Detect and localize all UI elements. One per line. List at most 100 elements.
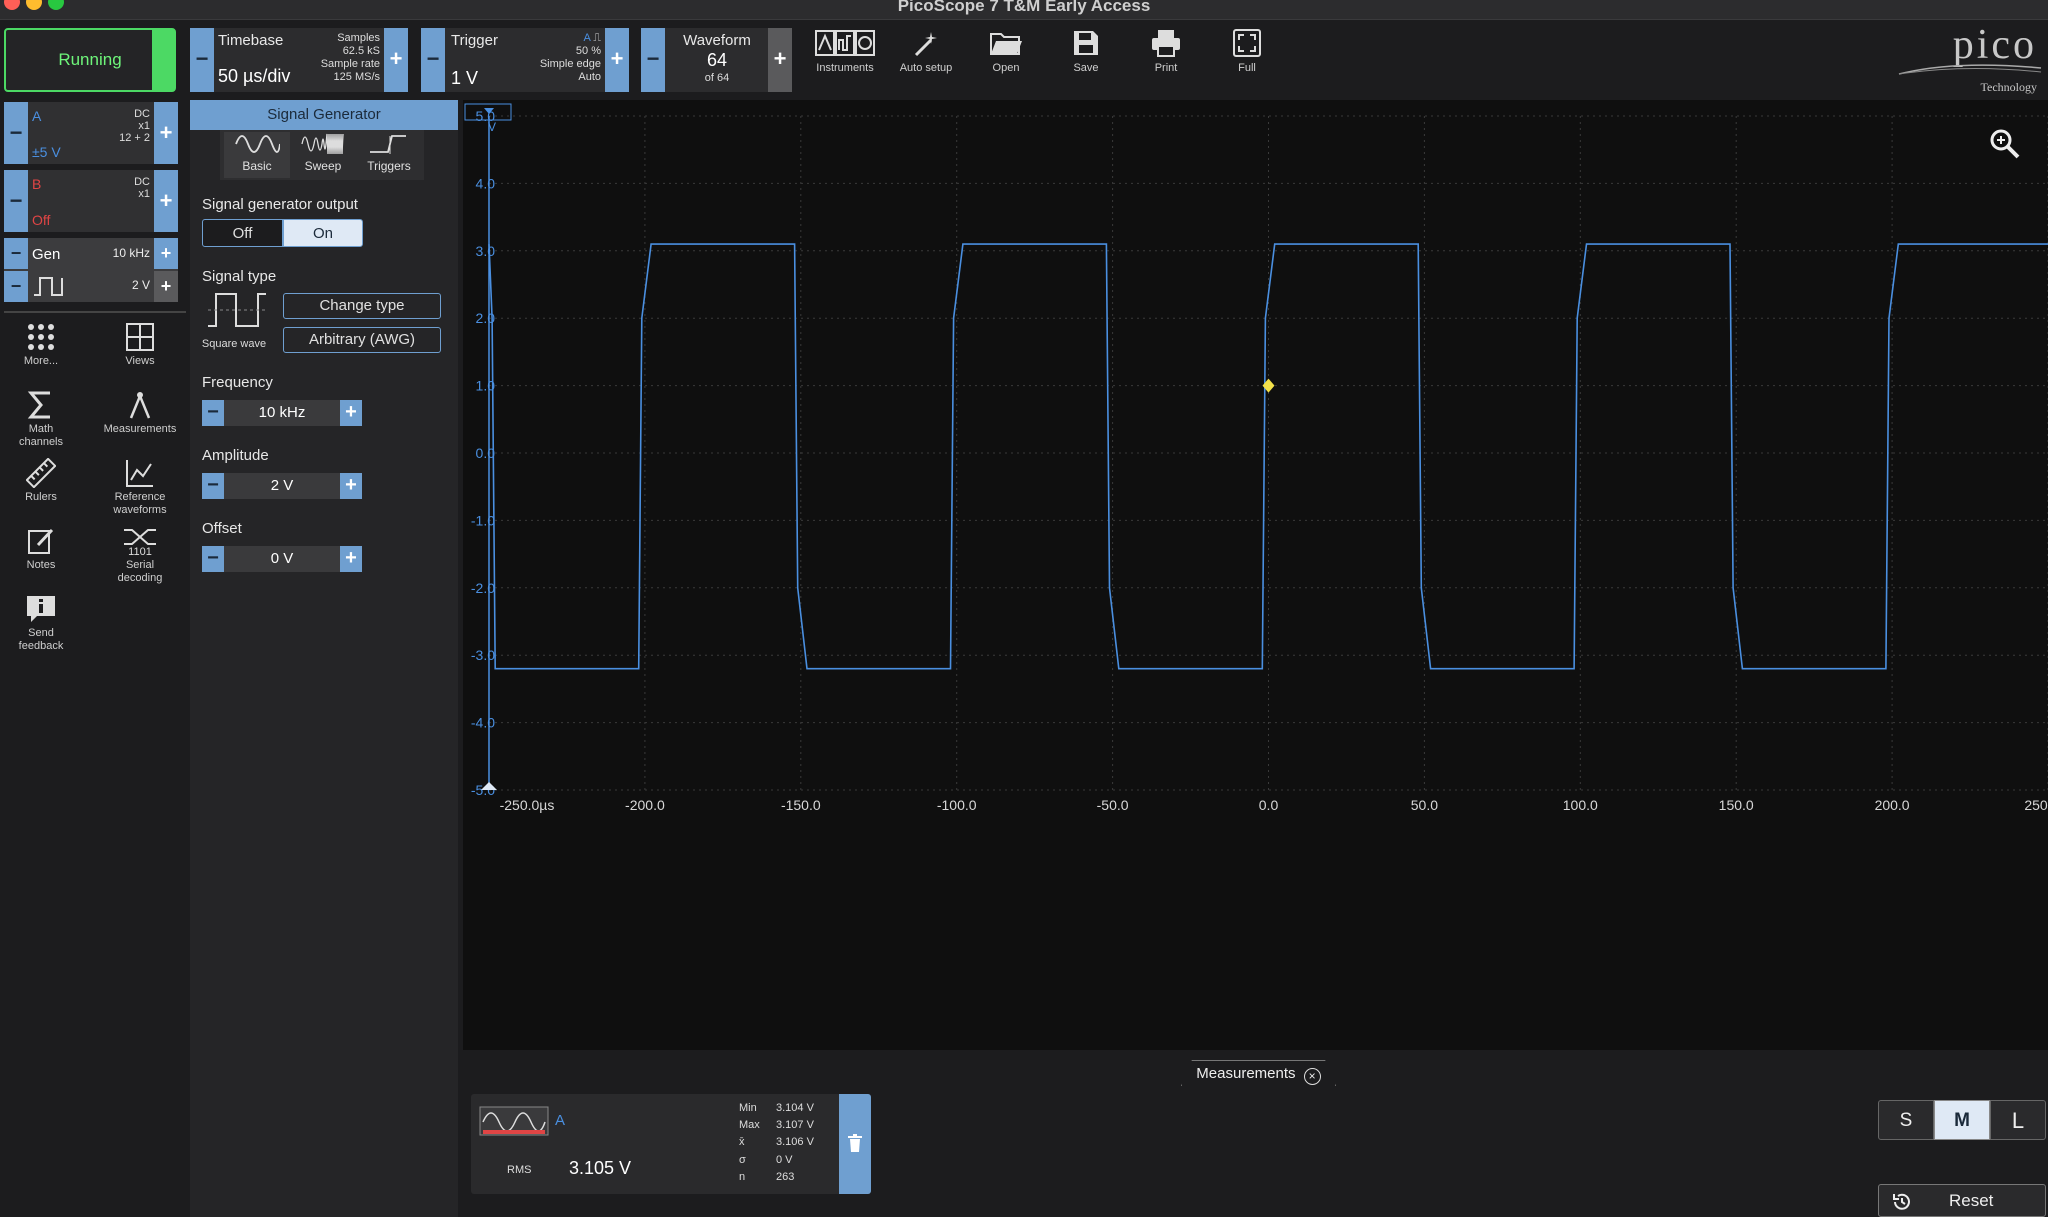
channel-a-probe: x1 <box>138 120 150 132</box>
tab-basic[interactable]: Basic <box>224 132 290 178</box>
samples-value: 62.5 kS <box>342 45 380 57</box>
send-feedback-button[interactable]: Send feedback <box>1 594 81 653</box>
reset-label: Reset <box>1949 1191 1994 1210</box>
series-line-A <box>488 243 2048 670</box>
rulers-button[interactable]: Rulers <box>1 458 81 504</box>
scope-view[interactable]: -250.0µs -200.0 -150.0 -100.0 -50.0 0.0 50.0 10… <box>463 100 2048 1050</box>
delete-measurement-button[interactable] <box>839 1094 871 1194</box>
instruments-button[interactable]: Instruments <box>808 28 882 88</box>
serial-decoding-label: Serial decoding <box>117 559 163 584</box>
gen-name: Gen <box>32 246 61 263</box>
close-circle-icon[interactable]: × <box>1303 1068 1321 1085</box>
frequency-input[interactable]: 10 kHz <box>224 400 340 426</box>
views-button[interactable]: Views <box>100 322 180 368</box>
trigger-title: Trigger <box>451 32 498 49</box>
trigger-level[interactable]: 1 V <box>451 68 478 89</box>
auto-setup-button[interactable]: Auto setup <box>889 28 963 88</box>
amplitude-input[interactable]: 2 V <box>224 473 340 499</box>
measurement-card[interactable]: A RMS 3.105 V Min 3.104 V Max 3.107 V x̄… <box>471 1094 871 1194</box>
waveform-title: Waveform <box>683 32 751 49</box>
channel-b-probe: x1 <box>138 188 150 200</box>
amplitude-stepper: − 2 V + <box>202 473 362 499</box>
x-tick-label: -100.0 <box>937 797 977 813</box>
y-tick-label: -3.0 <box>471 647 495 663</box>
channel-b-name: B <box>32 176 42 192</box>
signal-generator-panel: Signal Generator Basic Sweep Triggers Si… <box>190 100 458 1217</box>
stat-max-label: Max <box>739 1119 760 1131</box>
gen-amplitude-decrease-button[interactable]: − <box>4 271 28 302</box>
channel-b-decrease-button[interactable]: − <box>4 170 28 232</box>
timebase-decrease-button[interactable]: − <box>190 28 214 92</box>
size-small-button[interactable]: S <box>1878 1100 1934 1140</box>
waveform-next-button[interactable]: + <box>768 28 792 92</box>
channel-b-range[interactable]: Off <box>32 212 50 228</box>
full-screen-button[interactable]: Full <box>1210 28 1284 88</box>
stat-sigma-value: 0 V <box>776 1154 793 1166</box>
print-button[interactable]: Print <box>1129 28 1203 88</box>
amplitude-decrease-button[interactable]: − <box>202 473 224 499</box>
more-label: More... <box>23 355 59 367</box>
save-label: Save <box>1073 62 1099 74</box>
channel-a-control: − A ±5 V DC x1 12 + 2 + <box>4 102 178 164</box>
tab-triggers[interactable]: Triggers <box>356 132 422 178</box>
frequency-decrease-button[interactable]: − <box>202 400 224 426</box>
offset-increase-button[interactable]: + <box>340 546 362 572</box>
more-icon <box>28 324 54 350</box>
oscilloscope-plot[interactable]: -250.0µs -200.0 -150.0 -100.0 -50.0 0.0 50.0 10… <box>463 100 2048 1050</box>
tab-sweep[interactable]: Sweep <box>290 132 356 178</box>
run-stop-button[interactable]: Running <box>4 28 176 92</box>
more-button[interactable]: More... <box>1 322 81 368</box>
gen-amplitude-increase-button[interactable]: + <box>154 271 178 302</box>
zoom-icon[interactable] <box>1989 128 2021 160</box>
size-large-button[interactable]: L <box>1990 1100 2046 1140</box>
math-channels-label: Math channels <box>18 423 64 448</box>
channel-a-range[interactable]: ±5 V <box>32 144 61 160</box>
open-button[interactable]: Open <box>969 28 1043 88</box>
trigger-mode: Auto <box>578 71 601 83</box>
arbitrary-awg-button[interactable]: Arbitrary (AWG) <box>283 327 441 353</box>
output-on-button[interactable]: On <box>283 219 363 247</box>
gen-frequency-decrease-button[interactable]: − <box>4 238 28 269</box>
timebase-value[interactable]: 50 µs/div <box>218 66 290 87</box>
waveform-previous-button[interactable]: − <box>641 28 665 92</box>
channel-a-increase-button[interactable]: + <box>154 102 178 164</box>
pico-logo: pico Technology <box>1895 24 2045 94</box>
run-status-label: Running <box>58 50 122 69</box>
offset-decrease-button[interactable]: − <box>202 546 224 572</box>
y-tick-label: -2.0 <box>471 580 495 596</box>
square-wave-icon <box>34 277 63 296</box>
y-tick-label: -1.0 <box>471 512 495 528</box>
change-type-button[interactable]: Change type <box>283 293 441 319</box>
trigger-decrease-button[interactable]: − <box>421 28 445 92</box>
reference-waveforms-label: Reference waveforms <box>113 491 167 516</box>
print-label: Print <box>1154 62 1178 74</box>
ruler-icon <box>26 458 56 488</box>
offset-input[interactable]: 0 V <box>224 546 340 572</box>
serial-decoding-button[interactable]: 1101 Serial decoding <box>100 526 180 585</box>
window-title: PicoScope 7 T&M Early Access <box>897 0 1151 15</box>
measurements-tab[interactable]: Measurements × <box>1181 1060 1336 1086</box>
channel-a-coupling: DC <box>134 108 150 120</box>
measurements-label: Measurements <box>103 423 177 435</box>
gen-frequency-increase-button[interactable]: + <box>154 238 178 269</box>
reset-button[interactable]: Reset <box>1878 1184 2046 1217</box>
auto-setup-icon <box>914 32 937 57</box>
math-channels-button[interactable]: Math channels <box>1 390 81 449</box>
measurements-button[interactable]: Measurements <box>100 390 180 436</box>
save-button[interactable]: Save <box>1049 28 1123 88</box>
left-sidebar: − A ±5 V DC x1 12 + 2 + − B Off DC x1 + … <box>0 100 187 1217</box>
reference-waveforms-button[interactable]: Reference waveforms <box>100 458 180 517</box>
channel-a-decrease-button[interactable]: − <box>4 102 28 164</box>
waveform-number[interactable]: 64 <box>667 50 767 71</box>
frequency-increase-button[interactable]: + <box>340 400 362 426</box>
channel-b-increase-button[interactable]: + <box>154 170 178 232</box>
timebase-increase-button[interactable]: + <box>384 28 408 92</box>
notes-button[interactable]: Notes <box>1 526 81 572</box>
output-off-button[interactable]: Off <box>202 219 283 247</box>
rulers-label: Rulers <box>25 491 57 503</box>
size-medium-button[interactable]: M <box>1934 1100 1990 1140</box>
notes-label: Notes <box>26 559 56 571</box>
trigger-increase-button[interactable]: + <box>605 28 629 92</box>
sample-rate-value: 125 MS/s <box>333 71 380 83</box>
amplitude-increase-button[interactable]: + <box>340 473 362 499</box>
